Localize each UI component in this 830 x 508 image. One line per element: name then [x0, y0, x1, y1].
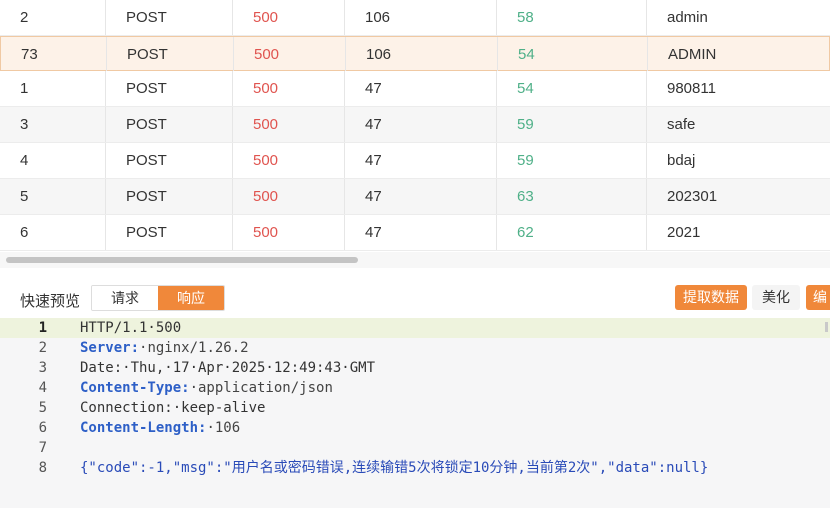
- cell-id: 1: [0, 71, 106, 106]
- results-table: 2 POST 500 106 58 admin 73 POST 500 106 54 ADMIN 1 PO…: [0, 0, 830, 251]
- tab-response[interactable]: 响应: [158, 286, 224, 310]
- header-key: Content-Length:: [80, 420, 207, 436]
- cell-time: 54: [497, 71, 647, 106]
- cell-payload: 202301: [667, 188, 718, 205]
- header-value: ·106: [206, 420, 241, 436]
- cell-length: 106: [346, 37, 498, 72]
- extract-data-button[interactable]: 提取数据: [675, 285, 747, 310]
- cell-id: 2: [0, 0, 106, 35]
- cell-status: 500: [233, 107, 345, 142]
- cell-id: 5: [0, 179, 106, 214]
- cell-length: 47: [345, 179, 497, 214]
- code-line: 4 Content-Type:·application/json: [0, 378, 830, 398]
- line-number: 3: [38, 360, 47, 376]
- cell-id: 3: [0, 107, 106, 142]
- cell-time: 59: [497, 143, 647, 178]
- cell-time: 54: [498, 37, 648, 72]
- cell-length: 106: [345, 0, 497, 35]
- cell-length: 47: [345, 215, 497, 250]
- cell-length: 47: [345, 107, 497, 142]
- cell-payload: bdaj: [667, 152, 696, 169]
- cell-method: POST: [106, 107, 233, 142]
- cell-time: 59: [497, 107, 647, 142]
- code-line: 2 Server:·nginx/1.26.2: [0, 338, 830, 358]
- cell-time: 63: [497, 179, 647, 214]
- cell-method: POST: [107, 37, 234, 72]
- cell-status: 500: [233, 71, 345, 106]
- cell-payload: admin: [667, 9, 708, 26]
- code-line: 8 {"code":-1,"msg":"用户名或密码错误,连续输错5次将锁定10…: [0, 458, 830, 478]
- line-number: 8: [38, 460, 47, 476]
- table-row[interactable]: 5 POST 500 47 63 202301: [0, 179, 830, 215]
- cell-id: 4: [0, 143, 106, 178]
- beautify-button[interactable]: 美化: [752, 285, 800, 310]
- response-viewer[interactable]: 1 HTTP/1.1·500 2 Server:·nginx/1.26.2 3 …: [0, 318, 830, 508]
- line-number: 5: [38, 400, 47, 416]
- line-number: 2: [38, 340, 47, 356]
- code-line: 1 HTTP/1.1·500: [0, 318, 830, 338]
- cell-length: 47: [345, 71, 497, 106]
- cell-method: POST: [106, 143, 233, 178]
- cell-payload: 980811: [667, 80, 716, 97]
- preview-title: 快速预览: [20, 293, 81, 310]
- header-key: Server:: [80, 340, 140, 356]
- header-value: ·application/json: [189, 380, 333, 396]
- line-number: 4: [38, 380, 47, 396]
- horizontal-scrollbar[interactable]: [0, 252, 830, 268]
- tab-request[interactable]: 请求: [92, 286, 158, 310]
- response-body: {"code":-1,"msg":"用户名或密码错误,连续输错5次将锁定10分钟…: [80, 460, 709, 476]
- scrollbar-thumb[interactable]: [6, 257, 358, 263]
- cell-status: 500: [233, 179, 345, 214]
- cell-time: 58: [497, 0, 647, 35]
- table-row[interactable]: 2 POST 500 106 58 admin: [0, 0, 830, 36]
- line-number: 1: [38, 320, 47, 336]
- table-row[interactable]: 6 POST 500 47 62 2021: [0, 215, 830, 251]
- code-line: 6 Content-Length:·106: [0, 418, 830, 438]
- cell-id: 73: [1, 37, 107, 72]
- code-line: 5 Connection:·keep-alive: [0, 398, 830, 418]
- line-number: 6: [38, 420, 47, 436]
- line-number: 7: [38, 440, 47, 456]
- cell-status: 500: [233, 0, 345, 35]
- table-row[interactable]: 3 POST 500 47 59 safe: [0, 107, 830, 143]
- cell-status: 500: [233, 215, 345, 250]
- cell-time: 62: [497, 215, 647, 250]
- header-key: Content-Type:: [80, 380, 190, 396]
- status-line: HTTP/1.1·500: [80, 320, 182, 336]
- table-row[interactable]: 1 POST 500 47 54 980811: [0, 71, 830, 107]
- cell-method: POST: [106, 0, 233, 35]
- cell-payload: ADMIN: [668, 46, 717, 63]
- header-plain: Date:·Thu,·17·Apr·2025·12:49:43·GMT: [80, 360, 376, 376]
- code-line: 3 Date:·Thu,·17·Apr·2025·12:49:43·GMT: [0, 358, 830, 378]
- cell-length: 47: [345, 143, 497, 178]
- header-value: ·nginx/1.26.2: [139, 340, 249, 356]
- code-line: 7: [0, 438, 830, 458]
- cell-payload: 2021: [667, 224, 701, 241]
- cell-payload: safe: [667, 116, 696, 133]
- cell-status: 500: [234, 37, 346, 72]
- scroll-marker: [825, 322, 828, 332]
- preview-tabs: 请求 响应: [91, 285, 225, 311]
- cell-method: POST: [106, 215, 233, 250]
- preview-toolbar: 快速预览 请求 响应 提取数据 美化 编: [0, 278, 830, 318]
- table-row[interactable]: 4 POST 500 47 59 bdaj: [0, 143, 830, 179]
- edit-button[interactable]: 编: [806, 285, 830, 310]
- cell-method: POST: [106, 179, 233, 214]
- cell-id: 6: [0, 215, 106, 250]
- table-row[interactable]: 73 POST 500 106 54 ADMIN: [0, 36, 830, 72]
- cell-status: 500: [233, 143, 345, 178]
- header-plain: Connection:·keep-alive: [80, 400, 266, 416]
- cell-method: POST: [106, 71, 233, 106]
